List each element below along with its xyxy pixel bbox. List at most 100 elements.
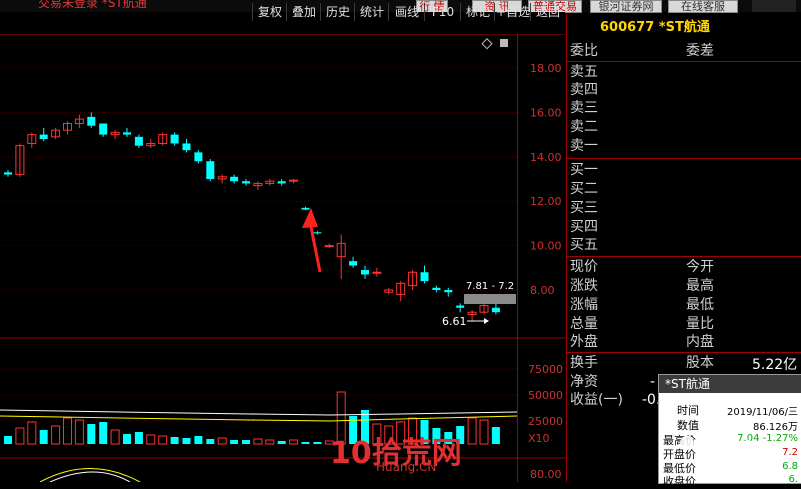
candle-body bbox=[277, 181, 286, 184]
wechat-icon bbox=[680, 436, 694, 450]
net-assets-value: - bbox=[650, 374, 656, 390]
range-label: 7.81 - 7.2 bbox=[466, 281, 514, 292]
sell1-label: 卖一 bbox=[570, 138, 598, 154]
price-tick-label: 16.00 bbox=[530, 106, 562, 119]
popup-row-label: 收盘价 bbox=[663, 475, 696, 488]
inner-volume-label: 内盘 bbox=[686, 334, 714, 350]
volume-bar bbox=[4, 436, 12, 444]
change-label: 涨跌 bbox=[570, 278, 598, 294]
volume-bar bbox=[123, 434, 131, 444]
candle-body bbox=[134, 136, 143, 146]
volume-bar bbox=[87, 424, 96, 444]
popup-row-value: 7.2 bbox=[782, 447, 798, 458]
net-assets-label: 净资 bbox=[570, 374, 598, 390]
price-tick-label: 12.00 bbox=[530, 195, 562, 208]
popup-row-value: 2019/11/06/三 bbox=[726, 407, 798, 418]
change-pct-label: 涨幅 bbox=[570, 297, 598, 313]
buy2-label: 买二 bbox=[570, 181, 598, 197]
candle-body bbox=[432, 287, 441, 290]
window-controls[interactable] bbox=[752, 0, 796, 12]
candle-body bbox=[372, 271, 382, 274]
sell5-label: 卖五 bbox=[570, 64, 598, 80]
volume-bar bbox=[479, 419, 489, 445]
volume-tick-label: X10 bbox=[528, 432, 550, 445]
current-price-label: 现价 bbox=[570, 259, 598, 275]
candle-body bbox=[39, 134, 48, 140]
candle-body bbox=[349, 261, 358, 266]
volume-tick-label: 25000 bbox=[528, 415, 563, 428]
volume-bar bbox=[63, 417, 72, 445]
volume-ratio-label: 量比 bbox=[686, 316, 714, 332]
candle-body bbox=[4, 172, 12, 175]
volume-bar bbox=[99, 422, 108, 444]
buy1-label: 买一 bbox=[570, 162, 598, 178]
volume-bar bbox=[289, 439, 299, 445]
square-icon bbox=[500, 39, 508, 47]
buy3-label: 买三 bbox=[570, 200, 598, 216]
red-arrow bbox=[308, 221, 322, 273]
red-arrow-head bbox=[302, 208, 318, 228]
price-tick-label: 8.00 bbox=[530, 284, 555, 297]
candle-body bbox=[324, 245, 334, 248]
popup-title: *ST航通 bbox=[659, 375, 801, 393]
volume-bar bbox=[301, 442, 310, 444]
price-tick-label: 18.00 bbox=[530, 62, 562, 75]
price-tick-label: 14.00 bbox=[530, 151, 562, 164]
turnover-label: 换手 bbox=[570, 355, 598, 371]
volume-bar bbox=[230, 440, 239, 444]
candle-body bbox=[491, 307, 500, 313]
share-capital-value: 5.22亿 bbox=[752, 357, 798, 373]
sell2-label: 卖二 bbox=[570, 119, 598, 135]
buy4-label: 买四 bbox=[570, 219, 598, 235]
divider bbox=[566, 61, 801, 62]
volume-bar bbox=[277, 441, 286, 444]
volume-bar bbox=[110, 429, 120, 445]
price-tick-label: 10.00 bbox=[530, 240, 562, 253]
site-watermark-url: Huang.CN bbox=[376, 460, 437, 474]
candle-body bbox=[206, 161, 215, 179]
popup-row-value: 6.8 bbox=[782, 461, 798, 472]
volume-bar bbox=[242, 440, 250, 444]
candle-body bbox=[230, 176, 239, 182]
volume-bar bbox=[467, 417, 477, 445]
bid-diff-label: 委差 bbox=[686, 43, 714, 59]
volume-bar bbox=[206, 439, 215, 444]
high-label: 最高 bbox=[686, 278, 714, 294]
divider bbox=[566, 158, 801, 159]
volume-bar bbox=[39, 430, 48, 444]
low-label: 6.61 bbox=[442, 315, 467, 328]
broker-site-button[interactable]: 银河证券网 bbox=[590, 0, 662, 13]
stock-title: 600677 *ST航通 bbox=[600, 20, 710, 35]
low-label: 最低 bbox=[686, 297, 714, 313]
candle-body bbox=[456, 305, 465, 308]
volume-bar bbox=[217, 437, 227, 445]
candle-body bbox=[123, 132, 131, 135]
sell4-label: 卖四 bbox=[570, 82, 598, 98]
candle-body bbox=[301, 207, 310, 210]
candle-body bbox=[361, 270, 369, 275]
volume-ma-line bbox=[0, 409, 518, 416]
candle-body bbox=[194, 152, 203, 162]
lower-tick-label: 80.00 bbox=[530, 468, 562, 481]
candle-body bbox=[99, 123, 108, 135]
volume-bar bbox=[158, 435, 168, 445]
volume-bar bbox=[51, 425, 61, 445]
volume-bar bbox=[146, 434, 156, 445]
popup-row-value: 86.126万 bbox=[753, 422, 798, 433]
candle-body bbox=[182, 143, 191, 151]
volume-bar bbox=[182, 438, 191, 444]
outer-volume-label: 外盘 bbox=[570, 334, 598, 350]
online-service-button[interactable]: 在线客服 bbox=[668, 0, 738, 13]
total-volume-label: 总量 bbox=[570, 316, 598, 332]
low-arrow-head bbox=[484, 318, 489, 324]
volume-bar bbox=[74, 419, 84, 445]
divider bbox=[566, 352, 801, 353]
sell3-label: 卖三 bbox=[570, 100, 598, 116]
candle-body bbox=[87, 116, 96, 126]
volume-bar bbox=[194, 436, 203, 444]
volume-bar bbox=[253, 438, 263, 445]
kline-chart[interactable]: 18.00 16.00 14.00 12.00 10.00 8.00 75000 50000 2… bbox=[0, 0, 566, 482]
volume-bar bbox=[265, 439, 275, 445]
volume-tick-label: 75000 bbox=[528, 363, 563, 376]
crosshair-info-popup: *ST航通 时间 2019/11/06/三 数值 86.126万 最高价 7.0… bbox=[658, 374, 801, 488]
